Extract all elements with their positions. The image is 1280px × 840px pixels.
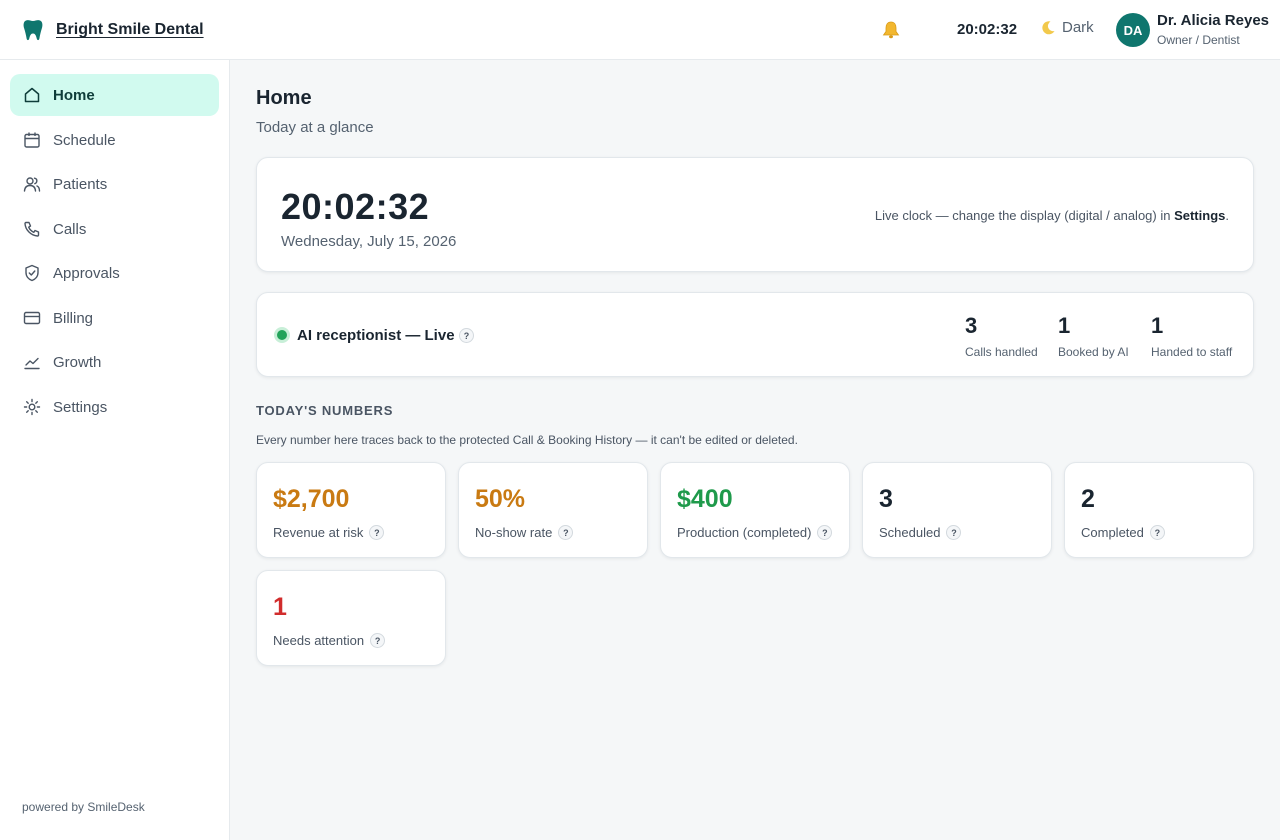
brand-name[interactable]: Bright Smile Dental	[56, 21, 204, 39]
home-icon	[24, 87, 40, 103]
metric-label: Production (completed)?	[677, 525, 833, 540]
sidebar-item-billing[interactable]: Billing	[10, 297, 219, 339]
stat-value: 1	[1058, 313, 1071, 338]
tooth-icon	[23, 20, 43, 41]
metric-label-text: Scheduled	[879, 525, 941, 540]
metric-label-text: No-show rate	[475, 525, 553, 540]
metric-value: 3	[879, 485, 893, 513]
metric-label-text: Needs attention	[273, 633, 365, 648]
theme-toggle[interactable]: Dark	[1040, 19, 1094, 36]
sidebar-item-label: Patients	[53, 175, 108, 193]
metric-value: 50%	[475, 485, 526, 513]
help-icon[interactable]: ?	[946, 525, 962, 540]
stat-label: Booked by AI	[1058, 345, 1129, 359]
phone-icon	[24, 221, 40, 237]
stat-value: 3	[965, 313, 978, 338]
help-icon[interactable]: ?	[558, 525, 574, 540]
sidebar-item-label: Settings	[53, 398, 108, 416]
metric-label: Revenue at risk?	[273, 525, 385, 540]
sidebar-item-patients[interactable]: Patients	[10, 163, 219, 205]
users-icon	[23, 177, 41, 192]
live-clock: 20:02:32	[281, 186, 430, 227]
live-status-dot	[274, 327, 290, 343]
brand[interactable]: Bright Smile Dental	[22, 18, 204, 42]
theme-label[interactable]: Dark	[1062, 19, 1094, 36]
sidebar-item-label: Approvals	[53, 264, 120, 282]
top-bar: Bright Smile Dental 20:02:32 Dark DA Dr.…	[0, 0, 1280, 60]
section-heading: TODAY'S NUMBERS	[256, 403, 394, 418]
help-icon[interactable]: ?	[459, 328, 474, 343]
metric-label: Completed?	[1081, 525, 1165, 540]
credit-card-icon	[23, 311, 41, 325]
sidebar-item-label: Growth	[53, 353, 102, 371]
metric-label: Needs attention?	[273, 633, 386, 648]
header-clock: 20:02:32	[957, 21, 1018, 38]
sidebar-item-label: Billing	[53, 309, 94, 327]
moon-icon	[1042, 20, 1055, 34]
help-icon[interactable]: ?	[1149, 525, 1165, 540]
settings-link[interactable]: Settings	[1174, 208, 1225, 223]
metric-value: $400	[677, 485, 733, 513]
trend-chart-icon	[24, 357, 40, 370]
help-icon[interactable]: ?	[370, 633, 386, 648]
stat-label: Handed to staff	[1151, 345, 1233, 359]
avatar[interactable]: DA	[1116, 13, 1150, 47]
metric-value: $2,700	[273, 485, 350, 513]
gear-icon	[23, 398, 41, 416]
stat-booked-by-ai: 1 Booked by AI	[1058, 313, 1129, 359]
page-subtitle: Today at a glance	[256, 119, 374, 136]
metric-card-production[interactable]: $400 Production (completed)?	[660, 462, 850, 558]
sidebar-item-growth[interactable]: Growth	[10, 341, 219, 383]
sidebar-item-approvals[interactable]: Approvals	[10, 252, 219, 294]
metric-label: No-show rate?	[475, 525, 574, 540]
stat-handed-to-staff: 1 Handed to staff	[1151, 313, 1232, 359]
metric-card-revenue-at-risk[interactable]: $2,700 Revenue at risk?	[256, 462, 446, 558]
metric-label-text: Completed	[1081, 525, 1144, 540]
metric-value: 1	[273, 593, 287, 621]
page-title: Home	[256, 87, 312, 109]
clock-card: 20:02:32 Wednesday, July 15, 2026 Live c…	[256, 157, 1254, 272]
ai-receptionist-title: AI receptionist — Live	[297, 327, 455, 344]
metric-label-text: Revenue at risk	[273, 525, 364, 540]
ai-receptionist-card: AI receptionist — Live ? 3 Calls handled…	[256, 292, 1254, 377]
metric-card-no-show-rate[interactable]: 50% No-show rate?	[458, 462, 648, 558]
help-icon[interactable]: ?	[817, 525, 833, 540]
metric-card-completed[interactable]: 2 Completed?	[1064, 462, 1254, 558]
notifications-bell-icon[interactable]	[880, 20, 902, 40]
metric-label: Scheduled?	[879, 525, 962, 540]
user-role: Owner / Dentist	[1157, 33, 1240, 47]
metric-card-scheduled[interactable]: 3 Scheduled?	[862, 462, 1052, 558]
metric-label-text: Production (completed)	[677, 525, 812, 540]
help-icon[interactable]: ?	[369, 525, 385, 540]
clock-note: Live clock — change the display (digital…	[875, 208, 1229, 223]
sidebar-item-label: Home	[53, 86, 95, 104]
user-name: Dr. Alicia Reyes	[1157, 12, 1270, 29]
sidebar-item-settings[interactable]: Settings	[10, 386, 219, 428]
clock-note-suffix: .	[1225, 208, 1229, 223]
metric-value: 2	[1081, 485, 1095, 513]
current-date: Wednesday, July 15, 2026	[281, 233, 457, 250]
shield-check-icon	[25, 264, 39, 282]
sidebar-item-schedule[interactable]: Schedule	[10, 119, 219, 161]
powered-by: powered by SmileDesk	[22, 800, 145, 814]
sidebar-item-label: Calls	[53, 220, 87, 238]
calendar-icon	[24, 132, 40, 148]
clock-note-text: Live clock — change the display (digital…	[874, 208, 1175, 223]
metric-card-needs-attention[interactable]: 1 Needs attention?	[256, 570, 446, 666]
stat-label: Calls handled	[965, 345, 1038, 359]
sidebar-item-label: Schedule	[53, 131, 116, 149]
stat-calls-handled: 3 Calls handled	[965, 313, 1038, 359]
sidebar: Home Schedule Patients Calls Approvals B…	[0, 60, 230, 840]
stat-value: 1	[1151, 313, 1164, 338]
section-note: Every number here traces back to the pro…	[256, 433, 798, 447]
sidebar-item-home[interactable]: Home	[10, 74, 219, 116]
sidebar-item-calls[interactable]: Calls	[10, 208, 219, 250]
